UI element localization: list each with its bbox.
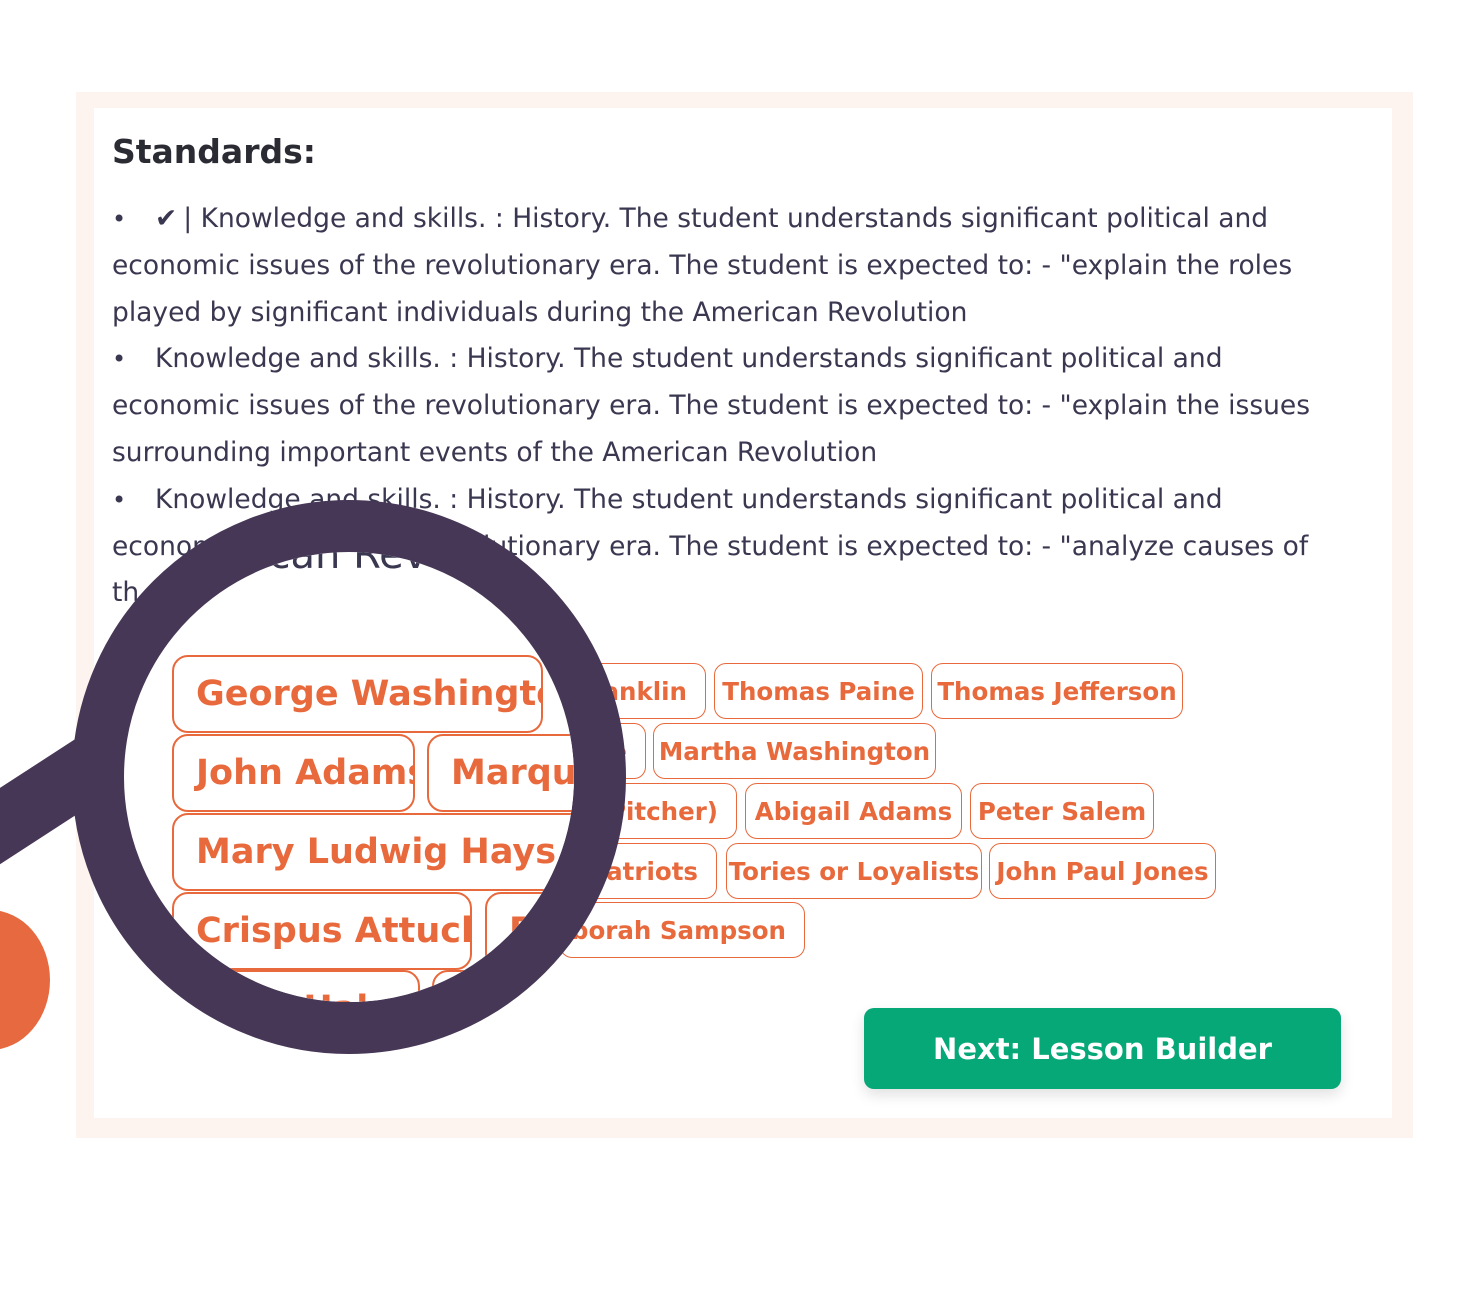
magnified-view: American Revolution George Washington Jo… <box>124 552 574 1002</box>
magnifier-grip <box>0 910 50 1050</box>
magnified-tag[interactable]: Mary Ludwig Hays McC <box>172 813 574 891</box>
standard-text: | Knowledge and skills. : History. The s… <box>112 203 1293 328</box>
tag-chip[interactable]: Peter Salem <box>970 783 1154 839</box>
magnified-tag[interactable]: Crispus Attucks <box>172 892 472 970</box>
magnified-tag[interactable]: George Washington <box>172 655 543 733</box>
tag-chip[interactable]: Thomas Paine <box>714 663 923 719</box>
tag-chip[interactable]: eborah Sampson <box>554 902 805 958</box>
tag-chip[interactable]: Abigail Adams <box>745 783 962 839</box>
magnified-tag[interactable]: John Adams <box>172 734 415 812</box>
next-lesson-builder-button[interactable]: Next: Lesson Builder <box>864 1008 1341 1089</box>
standards-heading: Standards: <box>112 132 316 171</box>
tag-chip[interactable]: Martha Washington <box>653 723 936 779</box>
magnifier-lens: American Revolution George Washington Jo… <box>72 500 626 1054</box>
standard-item: Knowledge and skills. : History. The stu… <box>112 336 1342 476</box>
check-icon: ✔ <box>155 203 178 234</box>
tag-chip[interactable]: Thomas Jefferson <box>931 663 1183 719</box>
magnified-tag[interactable]: Marquis <box>427 734 574 812</box>
standard-text: Knowledge and skills. : History. The stu… <box>112 343 1311 468</box>
tag-chip[interactable]: Tories or Loyalists <box>726 843 982 899</box>
tag-chip[interactable]: John Paul Jones <box>989 843 1216 899</box>
standard-item: ✔| Knowledge and skills. : History. The … <box>112 196 1342 336</box>
